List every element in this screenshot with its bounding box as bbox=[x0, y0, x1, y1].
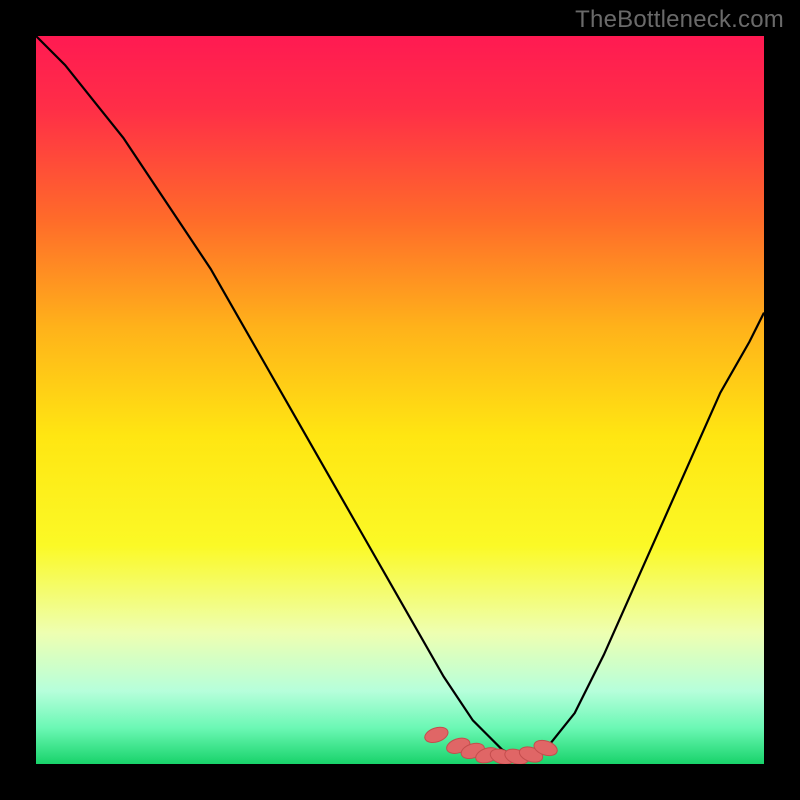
gradient-background bbox=[36, 36, 764, 764]
chart-frame: TheBottleneck.com bbox=[0, 0, 800, 800]
plot-area bbox=[36, 36, 764, 764]
watermark-label: TheBottleneck.com bbox=[575, 6, 784, 34]
plot-svg bbox=[36, 36, 764, 764]
